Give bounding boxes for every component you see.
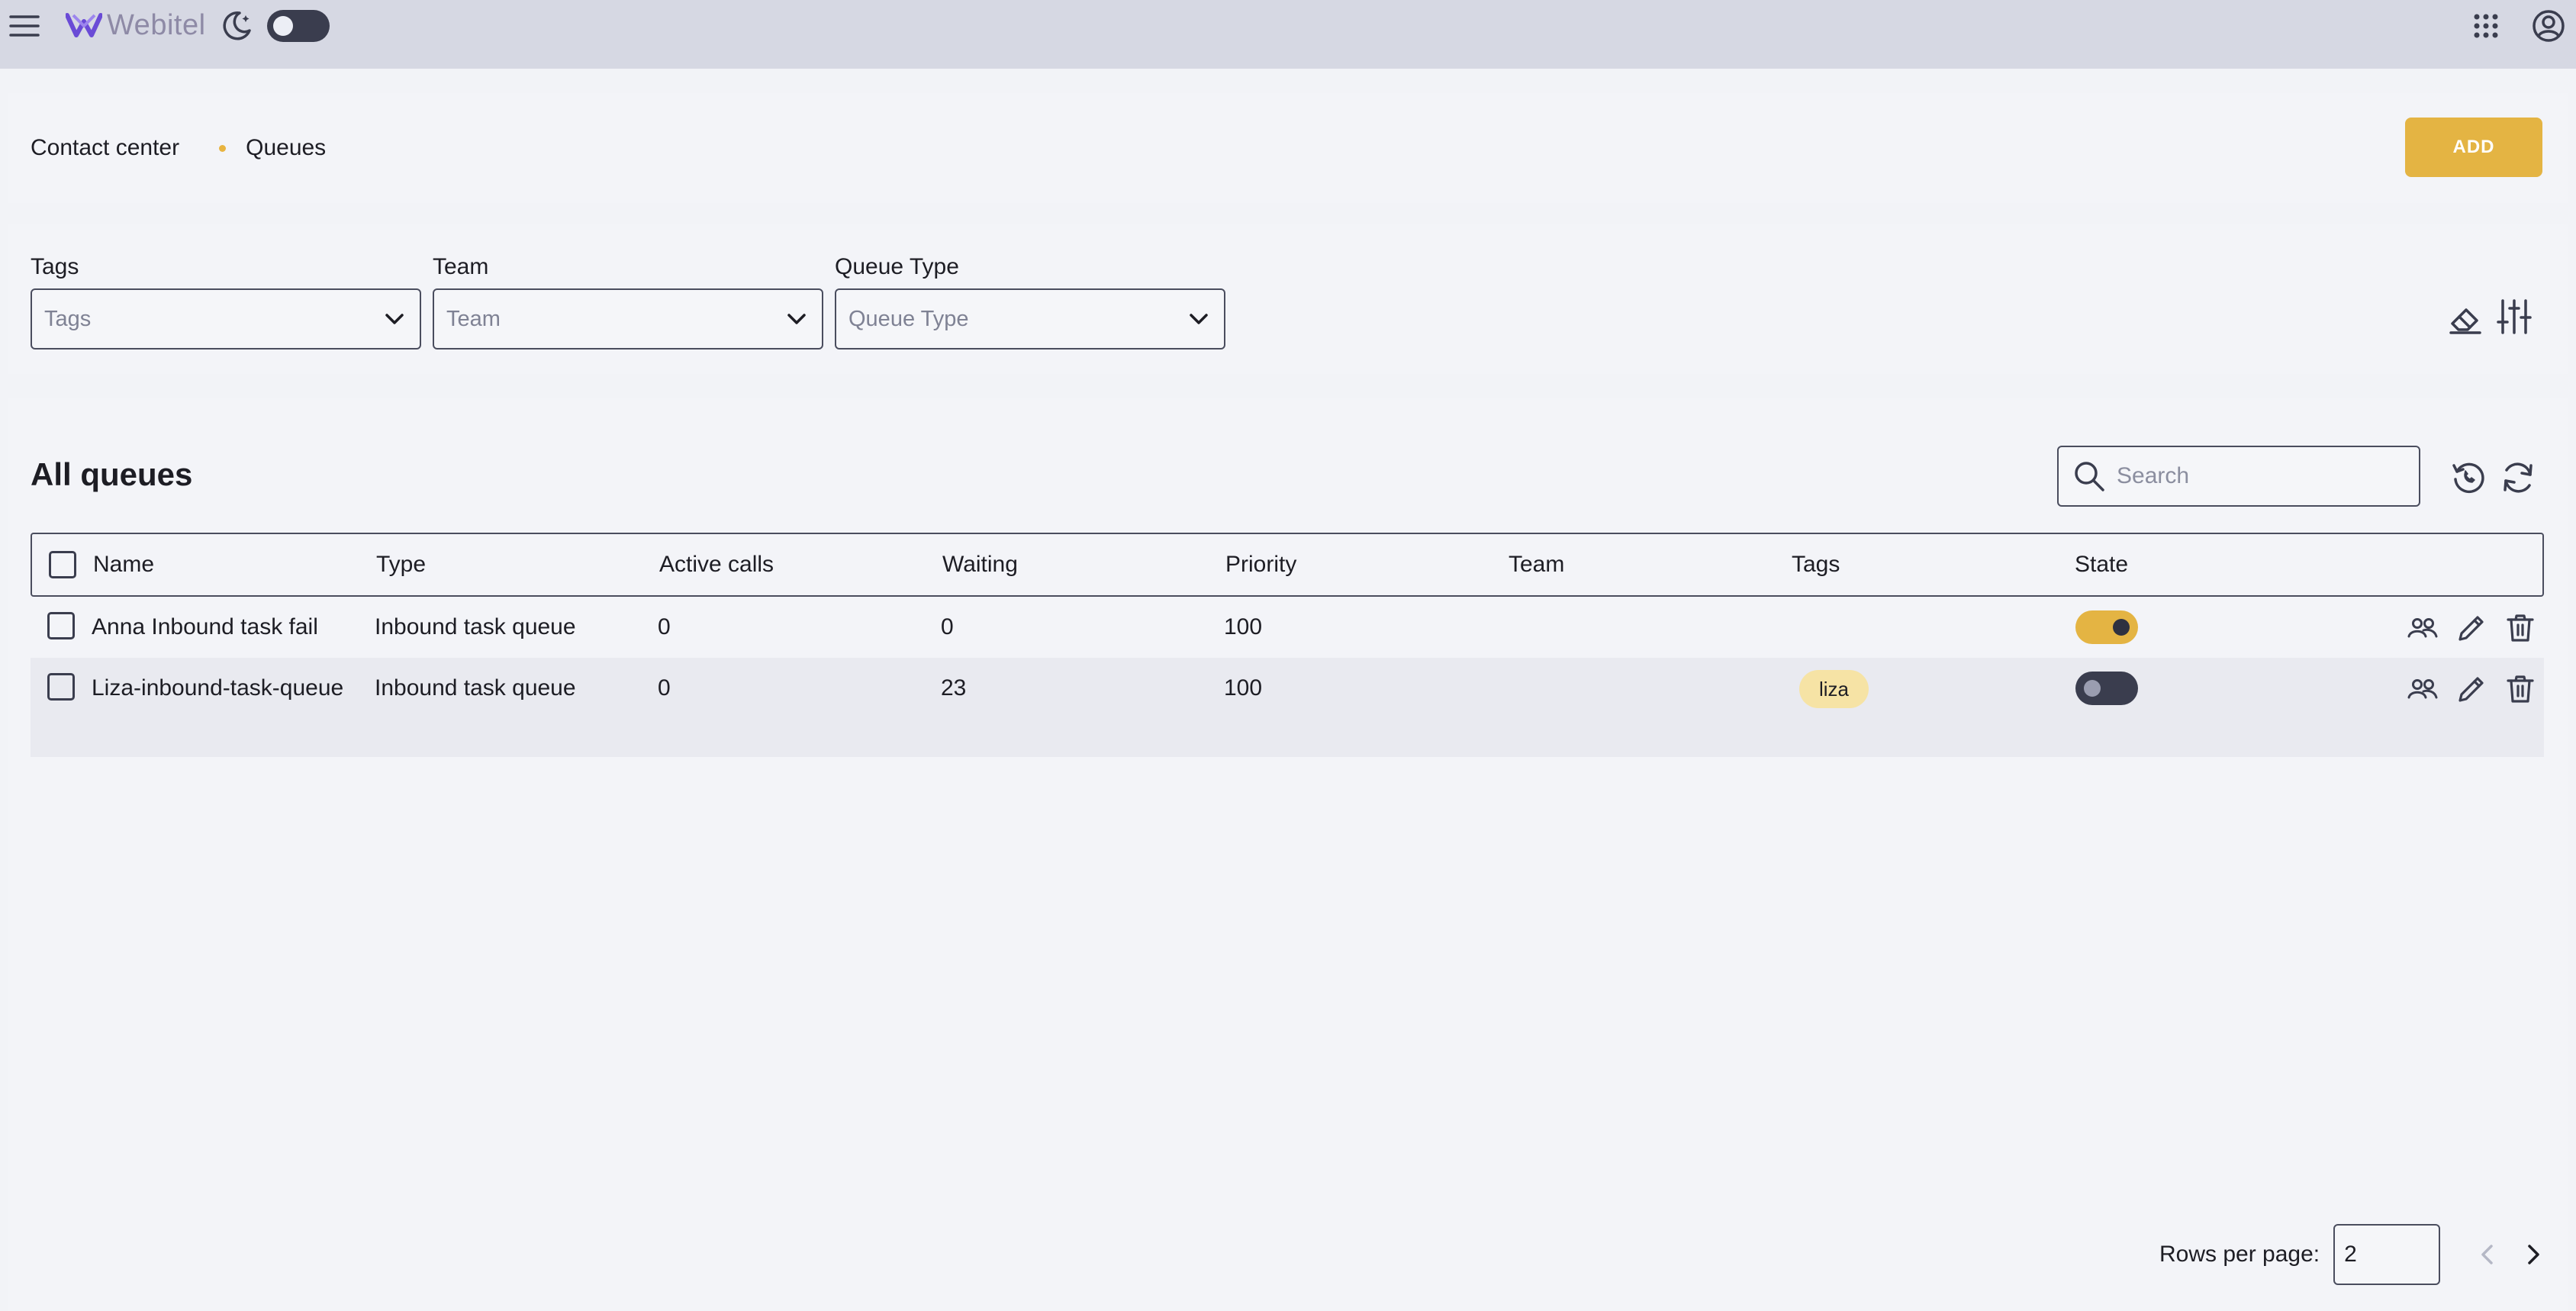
breadcrumb-queues: Queues bbox=[246, 135, 327, 160]
search-input[interactable] bbox=[2117, 463, 2407, 489]
state-toggle-knob bbox=[2113, 619, 2130, 636]
filter-queue-type-placeholder: Queue Type bbox=[848, 306, 969, 331]
sliders-icon[interactable] bbox=[2497, 298, 2532, 336]
row-active-calls: 0 bbox=[658, 675, 671, 701]
hamburger-menu-icon[interactable] bbox=[9, 11, 40, 41]
filter-tags-placeholder: Tags bbox=[44, 306, 92, 331]
delete-trash-icon[interactable] bbox=[2504, 673, 2536, 705]
logo-text: Webitel bbox=[107, 8, 206, 41]
row-name[interactable]: Anna Inbound task fail bbox=[92, 609, 351, 646]
row-type: Inbound task queue bbox=[375, 614, 576, 639]
table-header: Name Type Active calls Waiting Priority … bbox=[31, 533, 2544, 597]
column-header-state[interactable]: State bbox=[2075, 546, 2128, 583]
column-header-priority[interactable]: Priority bbox=[1225, 546, 1296, 583]
filter-team-label: Team bbox=[433, 254, 489, 279]
table-row[interactable]: Anna Inbound task fail Inbound task queu… bbox=[31, 597, 2544, 658]
members-icon[interactable] bbox=[2407, 612, 2439, 644]
chevron-down-icon bbox=[1186, 306, 1212, 332]
breadcrumb-separator bbox=[219, 144, 227, 152]
theme-toggle-knob bbox=[273, 16, 293, 36]
chevron-down-icon bbox=[382, 306, 407, 332]
search-box[interactable] bbox=[2057, 446, 2420, 507]
moon-icon bbox=[221, 9, 253, 41]
row-active-calls: 0 bbox=[658, 614, 671, 639]
column-header-type[interactable]: Type bbox=[376, 546, 426, 583]
row-type: Inbound task queue bbox=[375, 675, 576, 701]
row-priority: 100 bbox=[1224, 675, 1263, 701]
row-checkbox[interactable] bbox=[47, 612, 75, 639]
row-priority: 100 bbox=[1224, 614, 1263, 639]
breadcrumb: Contact center Queues bbox=[31, 93, 326, 203]
refresh-icon[interactable] bbox=[2500, 459, 2536, 496]
column-header-team[interactable]: Team bbox=[1509, 546, 1564, 583]
rows-per-page-input[interactable] bbox=[2333, 1224, 2441, 1285]
table-row[interactable]: Liza-inbound-task-queue Inbound task que… bbox=[31, 658, 2544, 757]
state-toggle[interactable] bbox=[2075, 610, 2138, 644]
breadcrumb-contact-center[interactable]: Contact center bbox=[31, 135, 179, 161]
column-header-name[interactable]: Name bbox=[93, 546, 154, 583]
column-header-tags[interactable]: Tags bbox=[1792, 546, 1840, 583]
filter-tags: Tags Tags bbox=[31, 253, 421, 349]
chevron-down-icon bbox=[784, 306, 810, 332]
select-all-checkbox[interactable] bbox=[49, 551, 76, 578]
section-title: All queues bbox=[31, 456, 193, 492]
filters-panel: Tags Tags Team Team Queue Type Queue Typ… bbox=[8, 224, 2568, 374]
filter-tags-select[interactable]: Tags bbox=[31, 288, 421, 349]
filter-team-select[interactable]: Team bbox=[433, 288, 823, 349]
row-checkbox[interactable] bbox=[47, 673, 75, 701]
row-waiting: 23 bbox=[941, 675, 967, 701]
filter-queue-type: Queue Type Queue Type bbox=[835, 253, 1225, 349]
filter-tags-label: Tags bbox=[31, 254, 79, 279]
queues-table: Name Type Active calls Waiting Priority … bbox=[31, 533, 2544, 757]
top-bar: Webitel bbox=[0, 0, 2576, 69]
chevron-left-icon[interactable] bbox=[2472, 1239, 2503, 1270]
queues-panel: All queues Name Type Active calls Waitin… bbox=[8, 398, 2568, 1311]
column-header-waiting[interactable]: Waiting bbox=[942, 546, 1018, 583]
pagination: Rows per page: bbox=[2159, 1224, 2539, 1285]
call-history-icon[interactable] bbox=[2451, 459, 2487, 496]
rows-per-page-label: Rows per page: bbox=[2159, 1242, 2320, 1267]
members-icon[interactable] bbox=[2407, 673, 2439, 705]
edit-pencil-icon[interactable] bbox=[2455, 673, 2487, 705]
webitel-logo[interactable]: Webitel bbox=[66, 8, 206, 43]
theme-toggle[interactable] bbox=[267, 10, 330, 42]
filter-queue-type-label: Queue Type bbox=[835, 254, 959, 279]
column-header-active-calls[interactable]: Active calls bbox=[659, 546, 774, 583]
search-icon bbox=[2072, 459, 2106, 493]
chevron-right-icon[interactable] bbox=[2518, 1239, 2549, 1270]
apps-grid-icon[interactable] bbox=[2472, 12, 2500, 40]
filter-team-placeholder: Team bbox=[446, 306, 501, 331]
edit-pencil-icon[interactable] bbox=[2455, 612, 2487, 644]
state-toggle-knob bbox=[2084, 680, 2101, 697]
eraser-icon[interactable] bbox=[2448, 301, 2483, 336]
row-name[interactable]: Liza-inbound-task-queue bbox=[92, 670, 351, 707]
filter-team: Team Team bbox=[433, 253, 823, 349]
account-circle-icon[interactable] bbox=[2532, 9, 2565, 43]
page-header: Contact center Queues ADD bbox=[8, 93, 2568, 203]
filter-queue-type-select[interactable]: Queue Type bbox=[835, 288, 1225, 349]
delete-trash-icon[interactable] bbox=[2504, 612, 2536, 644]
add-button[interactable]: ADD bbox=[2405, 118, 2542, 177]
row-waiting: 0 bbox=[941, 614, 954, 639]
tag-chip: liza bbox=[1799, 670, 1869, 708]
state-toggle[interactable] bbox=[2075, 672, 2138, 705]
webitel-logo-icon bbox=[66, 13, 102, 37]
